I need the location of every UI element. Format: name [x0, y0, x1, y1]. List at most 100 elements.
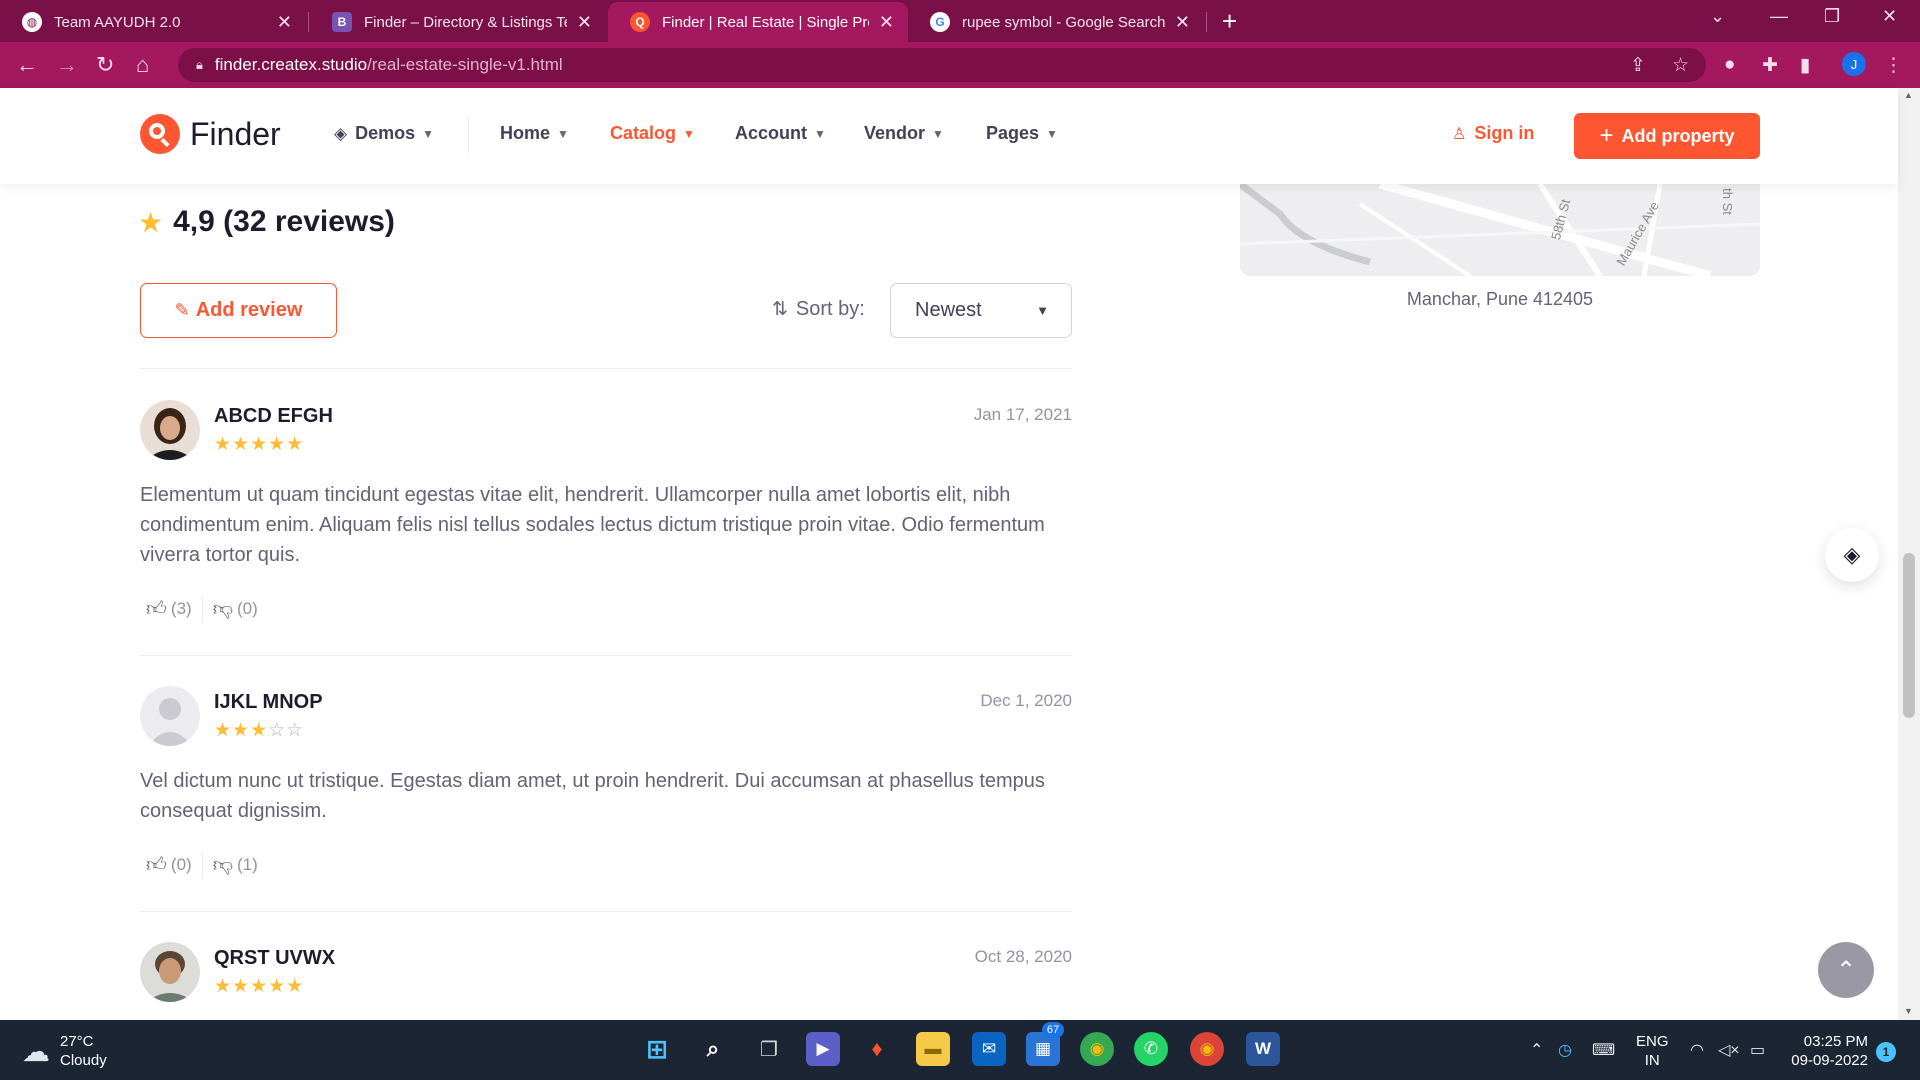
- user-icon: ♙: [1452, 125, 1467, 143]
- notification-badge[interactable]: 1: [1876, 1042, 1896, 1062]
- chevron-down-icon: ▼: [422, 126, 434, 141]
- menu-kebab-icon[interactable]: ⋮: [1884, 54, 1903, 77]
- share-icon[interactable]: ⇪: [1630, 54, 1646, 77]
- scrollbar-thumb[interactable]: [1903, 553, 1915, 718]
- browser-tab[interactable]: ◍ Team AAYUDH 2.0 ✕: [0, 2, 306, 42]
- keyboard-icon[interactable]: ⌨: [1592, 1040, 1615, 1060]
- browser-tab[interactable]: B Finder – Directory & Listings Tem ✕: [310, 2, 606, 42]
- layers-toggle-button[interactable]: ◈: [1825, 528, 1879, 582]
- vote-divider: [201, 596, 203, 622]
- review-date: Jan 17, 2021: [973, 405, 1072, 424]
- tab-title: Team AAYUDH 2.0: [54, 13, 181, 31]
- browser-tab[interactable]: G rupee symbol - Google Search ✕: [908, 2, 1204, 42]
- home-icon[interactable]: ⌂: [136, 52, 149, 78]
- weather-widget[interactable]: ☁ 27°C Cloudy: [22, 1032, 107, 1070]
- rating-summary-text: 4,9 (32 reviews): [173, 205, 395, 238]
- forward-icon[interactable]: →: [56, 52, 78, 78]
- logo-text: Finder: [190, 115, 281, 152]
- weather-temp: 27°C: [60, 1033, 94, 1050]
- thumbs-up-icon[interactable]: 👍︎: [146, 597, 167, 621]
- add-review-button[interactable]: ✎ Add review: [140, 283, 337, 338]
- finder-logo-icon: [140, 114, 180, 154]
- brave-browser-icon[interactable]: ♦: [860, 1032, 894, 1066]
- extension-icon[interactable]: ●: [1724, 54, 1735, 76]
- google-icon: G: [930, 12, 950, 32]
- side-panel-icon[interactable]: ▮: [1800, 54, 1810, 77]
- edit-icon: ✎: [174, 300, 190, 320]
- clock-date: 09-09-2022: [1791, 1052, 1868, 1069]
- restore-button[interactable]: ❐: [1824, 6, 1840, 27]
- volume-muted-icon[interactable]: ◁×: [1718, 1040, 1740, 1060]
- tab-search-icon[interactable]: ⌄: [1710, 6, 1725, 27]
- nav-demos[interactable]: ◈ Demos ▼: [334, 123, 434, 144]
- url-domain: finder.createx.studio: [214, 55, 368, 74]
- battery-icon[interactable]: ▭: [1750, 1040, 1765, 1060]
- new-tab-button[interactable]: +: [1222, 6, 1237, 37]
- profile-avatar[interactable]: J: [1842, 52, 1866, 76]
- teams-chat-icon[interactable]: ▶: [806, 1032, 840, 1066]
- system-clock[interactable]: 03:25 PM 09-09-2022: [1788, 1032, 1868, 1070]
- nav-label: Vendor: [864, 123, 926, 143]
- nav-vendor[interactable]: Vendor ▼: [864, 123, 944, 144]
- address-bar[interactable]: 🔒︎ finder.createx.studio /real-estate-si…: [178, 48, 1706, 82]
- dislike-count: (1): [237, 855, 258, 874]
- nav-pages[interactable]: Pages ▼: [986, 123, 1058, 144]
- whatsapp-icon[interactable]: ✆: [1134, 1032, 1168, 1066]
- file-explorer-icon[interactable]: ▬: [916, 1032, 950, 1066]
- search-icon[interactable]: ⌕: [696, 1032, 730, 1066]
- close-icon[interactable]: ✕: [1175, 12, 1190, 33]
- scroll-down-arrow-icon[interactable]: ▼: [1904, 1006, 1913, 1016]
- nav-account[interactable]: Account ▼: [735, 123, 826, 144]
- nav-divider: [468, 116, 469, 154]
- sort-label: ⇅ Sort by:: [772, 298, 865, 321]
- scroll-up-arrow-icon[interactable]: ▲: [1904, 90, 1913, 100]
- layers-icon: ◈: [1843, 542, 1861, 567]
- windows-start-icon[interactable]: ⊞: [640, 1032, 674, 1066]
- minimize-button[interactable]: —: [1770, 6, 1788, 27]
- wifi-icon[interactable]: ◠: [1690, 1040, 1704, 1060]
- thumbs-up-icon[interactable]: 👍︎: [146, 853, 167, 877]
- lang-bottom: IN: [1644, 1052, 1660, 1069]
- tab-title: Finder | Real Estate | Single Prope: [662, 13, 869, 31]
- like-count: (3): [170, 599, 192, 618]
- avatar: [140, 942, 200, 1002]
- sort-label-text: Sort by:: [795, 298, 865, 320]
- chrome-icon[interactable]: ◉: [1080, 1032, 1114, 1066]
- review-text: Vel dictum nunc ut tristique. Egestas di…: [140, 770, 1045, 822]
- back-to-top-button[interactable]: ⌃: [1818, 942, 1874, 998]
- tab-divider: [1206, 12, 1207, 32]
- vote-divider: [201, 852, 203, 878]
- close-icon[interactable]: ✕: [577, 12, 592, 33]
- sort-select[interactable]: Newest ▼: [890, 283, 1072, 338]
- reload-icon[interactable]: ↻: [96, 52, 114, 78]
- browser-tab-active[interactable]: Q Finder | Real Estate | Single Prope ✕: [608, 2, 908, 42]
- close-icon[interactable]: ✕: [277, 12, 292, 33]
- language-indicator[interactable]: ENG IN: [1636, 1032, 1669, 1070]
- sign-in-link[interactable]: ♙ Sign in: [1452, 123, 1534, 144]
- globe-icon: ◍: [22, 12, 42, 32]
- property-map[interactable]: 58th St Maurice Ave th St: [1240, 184, 1760, 276]
- clock-app-icon[interactable]: ◷: [1558, 1040, 1572, 1060]
- thumbs-down-icon[interactable]: 👎︎: [213, 853, 233, 877]
- close-icon[interactable]: ✕: [879, 12, 894, 33]
- chevron-down-icon: ▼: [932, 126, 944, 141]
- map-label: th St: [1719, 188, 1735, 215]
- close-window-button[interactable]: ✕: [1882, 6, 1897, 27]
- back-icon[interactable]: ←: [16, 52, 38, 78]
- site-logo[interactable]: Finder: [140, 114, 281, 154]
- chrome-profile-icon[interactable]: ◉: [1190, 1032, 1224, 1066]
- nav-catalog[interactable]: Catalog ▼: [610, 123, 695, 144]
- task-view-icon[interactable]: ❐: [752, 1032, 786, 1066]
- add-property-button[interactable]: + Add property: [1574, 113, 1760, 159]
- review-item: QRST UVWX ★★★★★ Oct 28, 2020: [140, 942, 1072, 1020]
- chevron-up-icon[interactable]: ⌃: [1530, 1040, 1543, 1060]
- thumbs-down-icon[interactable]: 👎︎: [213, 597, 233, 621]
- nav-home[interactable]: Home ▼: [500, 123, 569, 144]
- extensions-puzzle-icon[interactable]: ✚: [1762, 54, 1778, 77]
- bookmark-star-icon[interactable]: ☆: [1672, 54, 1689, 77]
- sort-arrows-icon: ⇅: [772, 299, 788, 320]
- mail-icon[interactable]: ✉: [972, 1032, 1006, 1066]
- word-icon[interactable]: W: [1246, 1032, 1280, 1066]
- page-scrollbar[interactable]: ▲ ▼: [1898, 88, 1920, 1020]
- nav-label: Catalog: [610, 123, 677, 143]
